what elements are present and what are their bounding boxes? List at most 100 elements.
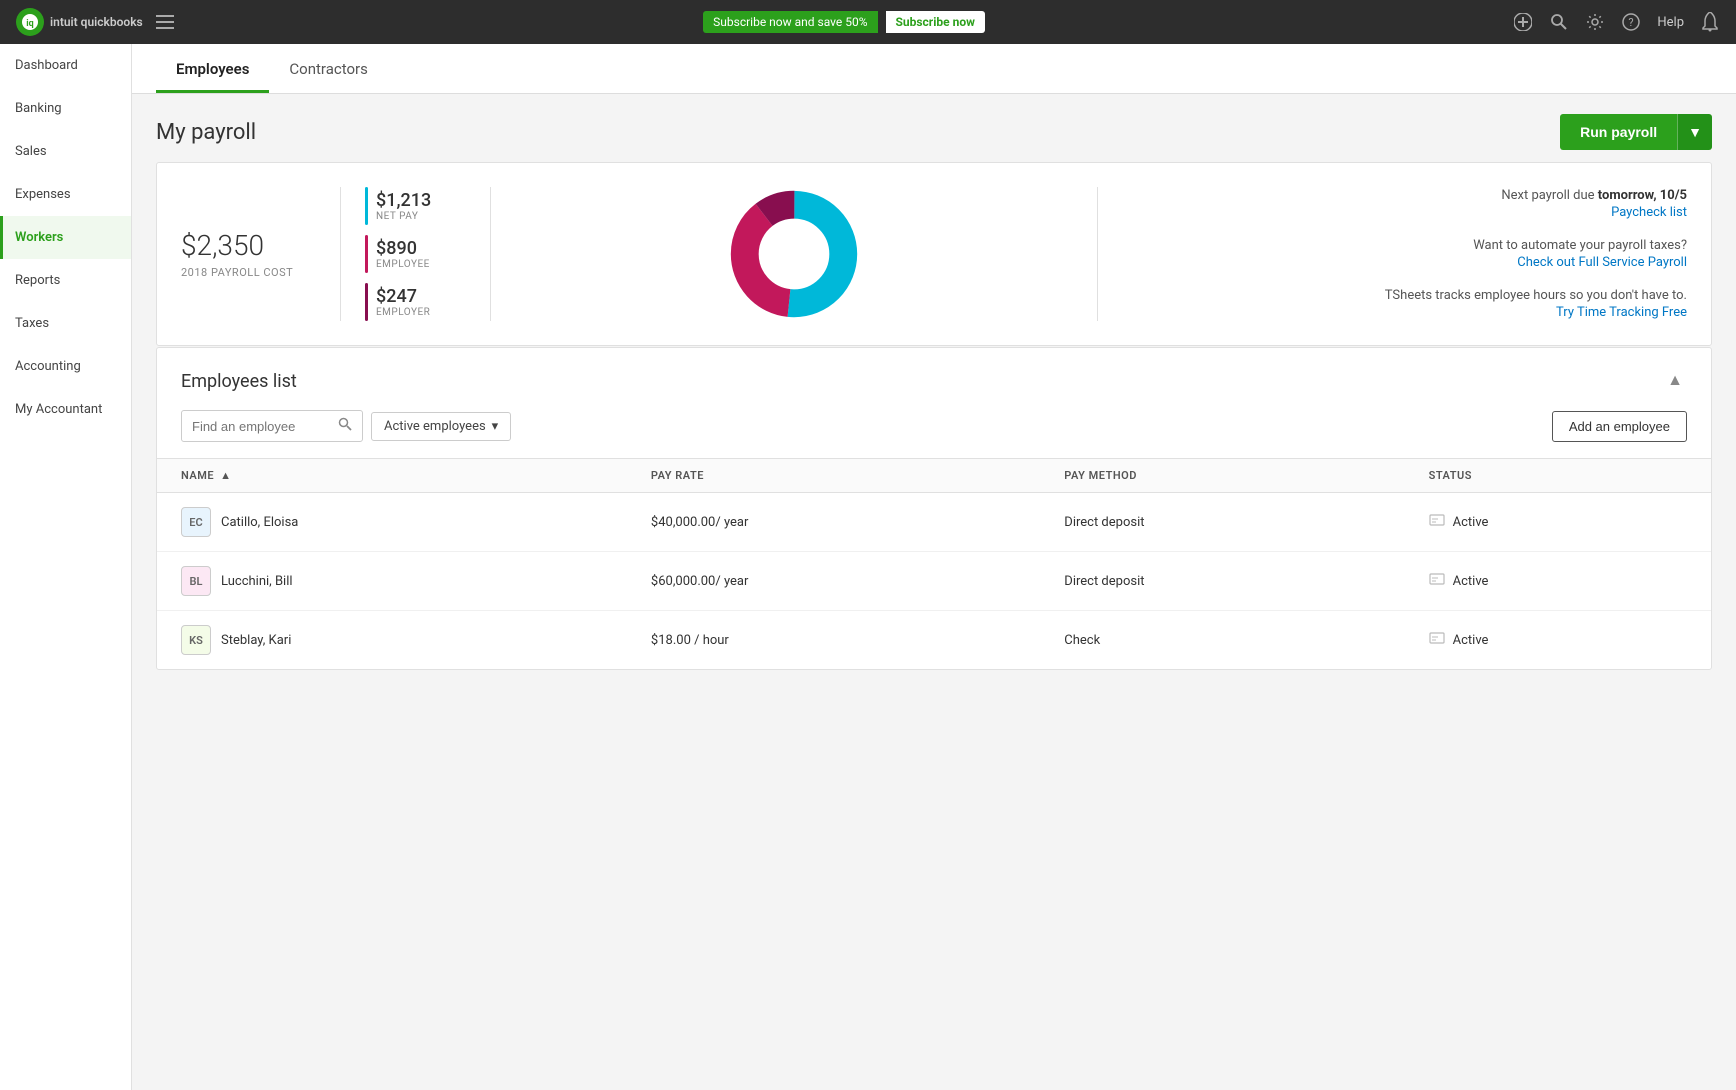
employee-name-cell: EC Catillo, Eloisa <box>157 493 627 552</box>
sidebar-item-expenses[interactable]: Expenses <box>0 173 131 216</box>
search-input[interactable] <box>192 419 332 434</box>
employee-name: Catillo, Eloisa <box>221 515 298 530</box>
sidebar-item-accounting[interactable]: Accounting <box>0 345 131 388</box>
paycheck-icon <box>1429 630 1445 650</box>
plus-icon[interactable] <box>1513 12 1533 32</box>
employees-section: Employees list ▲ Active employees ▾ <box>156 347 1712 670</box>
paycheck-icon <box>1429 512 1445 532</box>
payroll-cost-section: $2,350 2018 PAYROLL COST <box>181 187 341 321</box>
automate-text: Want to automate your payroll taxes? <box>1473 238 1687 253</box>
run-payroll-button[interactable]: Run payroll <box>1560 114 1677 150</box>
hamburger-icon[interactable] <box>155 12 175 32</box>
payroll-cost-label: 2018 PAYROLL COST <box>181 266 316 279</box>
help-icon[interactable]: ? <box>1621 12 1641 32</box>
next-payroll-row: Next payroll due tomorrow, 10/5 Paycheck… <box>1130 188 1688 220</box>
logo-text: intuit quickbooks <box>50 15 143 29</box>
breakdown-item-employee: $890 EMPLOYEE <box>365 235 466 273</box>
employee-name: Steblay, Kari <box>221 633 291 648</box>
subscribe-banner-text: Subscribe now and save 50% <box>703 11 877 33</box>
employee-avatar: BL <box>181 566 211 596</box>
employee-avatar: EC <box>181 507 211 537</box>
collapse-section-button[interactable]: ▲ <box>1663 368 1687 394</box>
svg-text:iq: iq <box>26 19 33 29</box>
employees-section-header: Employees list ▲ <box>157 348 1711 410</box>
payroll-info-section: Next payroll due tomorrow, 10/5 Paycheck… <box>1098 187 1688 321</box>
payroll-cost-amount: $2,350 <box>181 229 316 262</box>
table-row[interactable]: KS Steblay, Kari $18.00 / hour Check Act… <box>157 611 1711 670</box>
sidebar-item-banking[interactable]: Banking <box>0 87 131 130</box>
employee-status-badge: Active <box>1453 633 1489 648</box>
table-header-row: NAME ▲ PAY RATE PAY METHOD STATUS <box>157 459 1711 493</box>
breakdown-label-netpay: NET PAY <box>376 211 431 222</box>
tab-contractors[interactable]: Contractors <box>269 44 387 93</box>
topbar-logo: iq intuit quickbooks <box>16 8 143 36</box>
sidebar-item-taxes[interactable]: Taxes <box>0 302 131 345</box>
toolbar-left: Active employees ▾ <box>181 410 511 442</box>
employee-avatar: KS <box>181 625 211 655</box>
payroll-breakdown-section: $1,213 NET PAY $890 EMPLOYEE $247 EMPL <box>341 187 491 321</box>
sidebar-item-dashboard[interactable]: Dashboard <box>0 44 131 87</box>
col-name-label: NAME <box>181 469 214 482</box>
employee-pay-method: Direct deposit <box>1040 552 1404 611</box>
employee-status-badge: Active <box>1453 574 1489 589</box>
help-label[interactable]: Help <box>1657 15 1684 30</box>
breakdown-item-employer: $247 EMPLOYER <box>365 283 466 321</box>
employee-name-cell: BL Lucchini, Bill <box>157 552 627 611</box>
payroll-card: $2,350 2018 PAYROLL COST $1,213 NET PAY … <box>156 162 1712 346</box>
paycheck-list-link[interactable]: Paycheck list <box>1130 205 1688 220</box>
sidebar-item-sales[interactable]: Sales <box>0 130 131 173</box>
sort-icon[interactable]: ▲ <box>220 469 231 482</box>
col-status: STATUS <box>1405 459 1711 493</box>
tab-employees[interactable]: Employees <box>156 44 269 93</box>
breakdown-bar-employee <box>365 235 368 273</box>
subscribe-now-button[interactable]: Subscribe now <box>886 11 985 33</box>
employee-pay-rate: $40,000.00/ year <box>627 493 1040 552</box>
breakdown-bar-netpay <box>365 187 368 225</box>
breakdown-info-employer: $247 EMPLOYER <box>376 286 430 318</box>
employee-status-badge: Active <box>1453 515 1489 530</box>
notifications-icon[interactable] <box>1700 12 1720 32</box>
breakdown-amount-employer: $247 <box>376 286 430 307</box>
add-employee-button[interactable]: Add an employee <box>1552 411 1687 442</box>
breakdown-info-netpay: $1,213 NET PAY <box>376 190 431 222</box>
breakdown-amount-employee: $890 <box>376 238 430 259</box>
col-pay-rate: PAY RATE <box>627 459 1040 493</box>
payroll-donut-chart <box>491 187 1098 321</box>
next-payroll-text: Next payroll due <box>1501 188 1594 203</box>
topbar: iq intuit quickbooks Subscribe now and s… <box>0 0 1736 44</box>
employee-name-cell: KS Steblay, Kari <box>157 611 627 670</box>
table-row[interactable]: BL Lucchini, Bill $60,000.00/ year Direc… <box>157 552 1711 611</box>
dropdown-chevron-icon: ▾ <box>492 419 499 434</box>
employees-toolbar: Active employees ▾ Add an employee <box>157 410 1711 458</box>
donut-svg <box>729 189 859 319</box>
tabs-bar: Employees Contractors <box>132 44 1736 94</box>
logo-icon: iq <box>16 8 44 36</box>
full-service-payroll-link[interactable]: Check out Full Service Payroll <box>1130 255 1688 270</box>
sidebar-item-reports[interactable]: Reports <box>0 259 131 302</box>
subscribe-banner-area: Subscribe now and save 50% Subscribe now <box>703 11 985 33</box>
employees-list-title: Employees list <box>181 371 297 392</box>
paycheck-icon <box>1429 571 1445 591</box>
employee-pay-rate: $18.00 / hour <box>627 611 1040 670</box>
col-pay-method: PAY METHOD <box>1040 459 1404 493</box>
run-payroll-wrapper: Run payroll ▼ <box>1560 114 1712 150</box>
tsheets-text: TSheets tracks employee hours so you don… <box>1385 288 1687 303</box>
sidebar-item-workers[interactable]: Workers <box>0 216 131 259</box>
employees-table-body: EC Catillo, Eloisa $40,000.00/ year Dire… <box>157 493 1711 670</box>
employee-status-cell: Active <box>1405 493 1711 552</box>
search-icon[interactable] <box>1549 12 1569 32</box>
breakdown-item-netpay: $1,213 NET PAY <box>365 187 466 225</box>
run-payroll-dropdown-button[interactable]: ▼ <box>1677 114 1712 150</box>
employee-pay-rate: $60,000.00/ year <box>627 552 1040 611</box>
status-filter-dropdown[interactable]: Active employees ▾ <box>371 412 511 441</box>
time-tracking-link[interactable]: Try Time Tracking Free <box>1130 305 1688 320</box>
employee-pay-method: Direct deposit <box>1040 493 1404 552</box>
next-payroll-date: tomorrow, 10/5 <box>1598 188 1687 203</box>
breakdown-bar-employer <box>365 283 368 321</box>
payroll-header: My payroll Run payroll ▼ <box>156 114 1712 150</box>
filter-label: Active employees <box>384 419 486 434</box>
table-row[interactable]: EC Catillo, Eloisa $40,000.00/ year Dire… <box>157 493 1711 552</box>
sidebar-item-my-accountant[interactable]: My Accountant <box>0 388 131 431</box>
settings-icon[interactable] <box>1585 12 1605 32</box>
breakdown-label-employer: EMPLOYER <box>376 307 430 318</box>
